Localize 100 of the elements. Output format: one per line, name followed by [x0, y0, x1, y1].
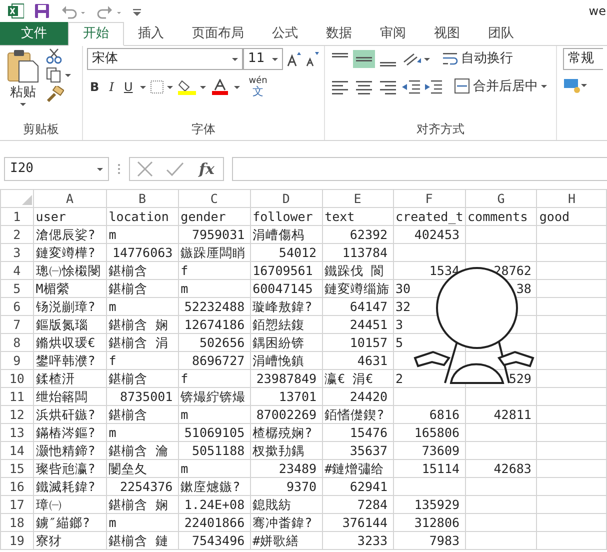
- row-header[interactable]: 6: [0, 298, 34, 316]
- row-header[interactable]: 7: [0, 316, 34, 334]
- wrap-text-button[interactable]: 自动换行: [438, 48, 516, 70]
- column-header[interactable]: G: [465, 190, 537, 208]
- group-label: 字体: [190, 121, 216, 138]
- middle-align-icon[interactable]: [352, 50, 375, 68]
- table-cell: 14776063: [106, 244, 178, 262]
- formula-input[interactable]: [232, 157, 607, 181]
- column-header[interactable]: B: [106, 190, 178, 208]
- italic-button[interactable]: I: [106, 77, 117, 97]
- row-header[interactable]: 14: [0, 442, 34, 460]
- currency-icon[interactable]: [563, 76, 587, 94]
- merge-center-button[interactable]: 合并后居中: [450, 76, 550, 97]
- table-cell: 2254376: [106, 478, 178, 496]
- table-cell: 涓嶆悗鎮: [250, 352, 322, 370]
- column-header[interactable]: H: [536, 190, 606, 208]
- row-header[interactable]: 2: [0, 226, 34, 244]
- row-header[interactable]: 10: [0, 370, 34, 388]
- row-header[interactable]: 9: [0, 352, 34, 370]
- column-header[interactable]: A: [33, 190, 106, 208]
- table-cell: 闄垒夂: [106, 460, 178, 478]
- font-name-field[interactable]: 宋体: [87, 48, 244, 70]
- table-cell: 3233: [322, 532, 394, 550]
- table-cell: 鏈変竴樺?: [33, 244, 106, 262]
- underline-button[interactable]: U: [120, 77, 136, 97]
- table-cell: good: [536, 208, 606, 226]
- row-header[interactable]: 12: [0, 406, 34, 424]
- row-header[interactable]: 8: [0, 334, 34, 352]
- table-cell: text: [322, 208, 394, 226]
- table-cell: 鏈変竴缁旆: [322, 280, 394, 298]
- number-format-field[interactable]: 常规: [563, 48, 603, 70]
- table-cell: 52232488: [178, 298, 250, 316]
- redo-icon[interactable]: [96, 3, 122, 19]
- row-header[interactable]: 13: [0, 424, 34, 442]
- phonetic-button[interactable]: wén 文: [246, 76, 270, 98]
- row-header[interactable]: 17: [0, 496, 34, 514]
- ribbon-tab[interactable]: 插入: [124, 22, 178, 45]
- table-cell: created_t: [393, 208, 466, 226]
- borders-icon[interactable]: [150, 80, 174, 94]
- window-title: we: [588, 3, 606, 20]
- table-cell: 鐢呯韩濮?: [33, 352, 106, 370]
- row-header[interactable]: 15: [0, 460, 34, 478]
- ribbon-tab[interactable]: 视图: [420, 22, 474, 45]
- font-size-field[interactable]: 11: [243, 48, 284, 70]
- bold-button[interactable]: B: [87, 77, 102, 97]
- table-cell: 璋㈠: [33, 496, 106, 514]
- table-cell: 鍖椾含 涓: [106, 334, 178, 352]
- table-cell: 312806: [393, 514, 466, 532]
- table-cell: 15114: [393, 460, 466, 478]
- row-header[interactable]: 16: [0, 478, 34, 496]
- ribbon-tab[interactable]: 团队: [474, 22, 528, 45]
- name-box[interactable]: I20: [4, 157, 109, 181]
- table-cell: 鍝困紛锛: [250, 334, 322, 352]
- font-color-icon[interactable]: [212, 79, 242, 95]
- table-cell: 12674186: [178, 316, 250, 334]
- table-cell: 鐵滅耗鍏?: [33, 478, 106, 496]
- table-cell: 鏋樁涔鏂?: [33, 424, 106, 442]
- ribbon-tab[interactable]: 页面布局: [178, 22, 258, 45]
- table-cell: 銆愭儊鍥?: [322, 406, 394, 424]
- row-header[interactable]: 19: [0, 532, 34, 550]
- table-cell: 60047145: [250, 280, 322, 298]
- table-cell: 113784: [322, 244, 394, 262]
- table-cell: 鍖椾含 娴: [106, 316, 178, 334]
- shrink-font-icon[interactable]: [305, 51, 320, 67]
- column-header[interactable]: D: [250, 190, 322, 208]
- file-tab[interactable]: 文件: [0, 22, 68, 45]
- table-cell: 7543496: [178, 532, 250, 550]
- copy-icon[interactable]: [46, 67, 72, 83]
- table-cell: 滄偲辰娑?: [33, 226, 106, 244]
- row-header[interactable]: 3: [0, 244, 34, 262]
- row-header[interactable]: 11: [0, 388, 34, 406]
- table-cell: 杈撳劧鍝: [250, 442, 322, 460]
- paste-button[interactable]: 粘贴: [4, 48, 42, 106]
- group-label: 对齐方式: [415, 121, 466, 138]
- ribbon-tab[interactable]: 公式: [258, 22, 312, 45]
- table-cell: 鍖椾含: [106, 406, 178, 424]
- table-cell: 鏅烘収瑗€: [33, 334, 106, 352]
- ribbon-tab[interactable]: 数据: [312, 22, 366, 45]
- table-cell: 13701: [250, 388, 322, 406]
- table-cell: 23987849: [250, 370, 322, 388]
- save-icon[interactable]: [34, 3, 50, 19]
- column-header[interactable]: E: [322, 190, 394, 208]
- table-cell: m: [106, 298, 178, 316]
- caret-icon: [20, 102, 26, 106]
- table-cell: 鐵跺伐 閬: [322, 262, 394, 280]
- column-header[interactable]: C: [178, 190, 250, 208]
- row-header[interactable]: 18: [0, 514, 34, 532]
- table-cell: m: [178, 406, 250, 424]
- grow-font-icon[interactable]: [287, 51, 302, 67]
- row-header[interactable]: 1: [0, 208, 34, 226]
- row-header[interactable]: 4: [0, 262, 34, 280]
- row-header[interactable]: 5: [0, 280, 34, 298]
- ribbon-tab[interactable]: 审阅: [366, 22, 420, 45]
- cut-icon[interactable]: [46, 48, 62, 64]
- table-cell: 24451: [322, 316, 394, 334]
- column-header[interactable]: F: [393, 190, 466, 208]
- table-cell: user: [33, 208, 106, 226]
- fill-color-icon[interactable]: [178, 79, 208, 95]
- ribbon-tab[interactable]: 开始: [68, 22, 124, 46]
- excel-logo-icon: [8, 3, 24, 19]
